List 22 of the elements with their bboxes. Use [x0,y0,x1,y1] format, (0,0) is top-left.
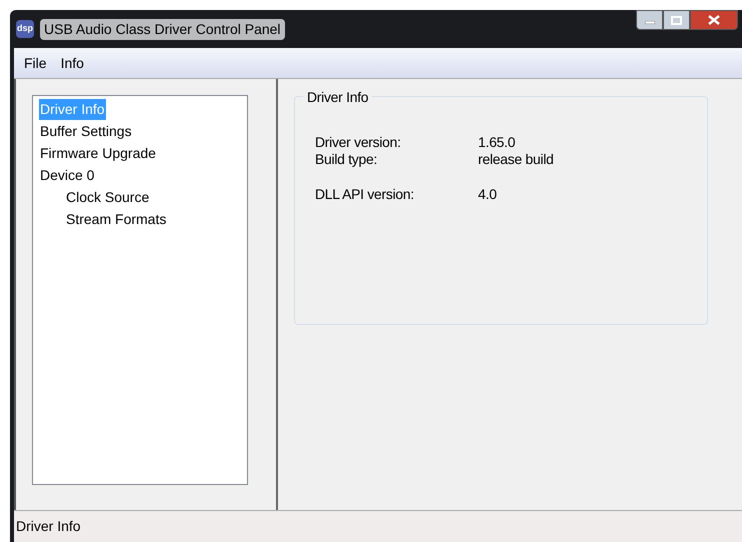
close-button[interactable] [690,10,738,30]
maximize-button[interactable] [663,10,690,30]
window-title: USB Audio Class Driver Control Panel [40,18,285,40]
minimize-button[interactable] [636,10,663,30]
tree-item[interactable]: Firmware Upgrade [39,142,157,164]
tree-item[interactable]: Stream Formats [65,208,168,230]
menu-item[interactable]: Info [54,52,90,74]
tree-item[interactable]: Buffer Settings [39,120,133,142]
tree-item[interactable]: Clock Source [65,186,150,208]
close-icon [708,15,720,25]
field-label: Build type: [315,151,378,168]
menu-item[interactable]: File [18,52,53,74]
field-label: Driver version: [315,134,402,151]
tree-item[interactable]: Device 0 [39,164,96,186]
status-text: Driver Info [16,517,81,536]
field-value: release build [478,151,554,168]
field-value: 1.65.0 [478,134,516,151]
minimize-icon [644,21,654,24]
field-label: DLL API version: [315,186,415,203]
app-logo: dsp [16,20,34,38]
maximize-icon [671,16,682,24]
field-value: 4.0 [478,186,497,203]
